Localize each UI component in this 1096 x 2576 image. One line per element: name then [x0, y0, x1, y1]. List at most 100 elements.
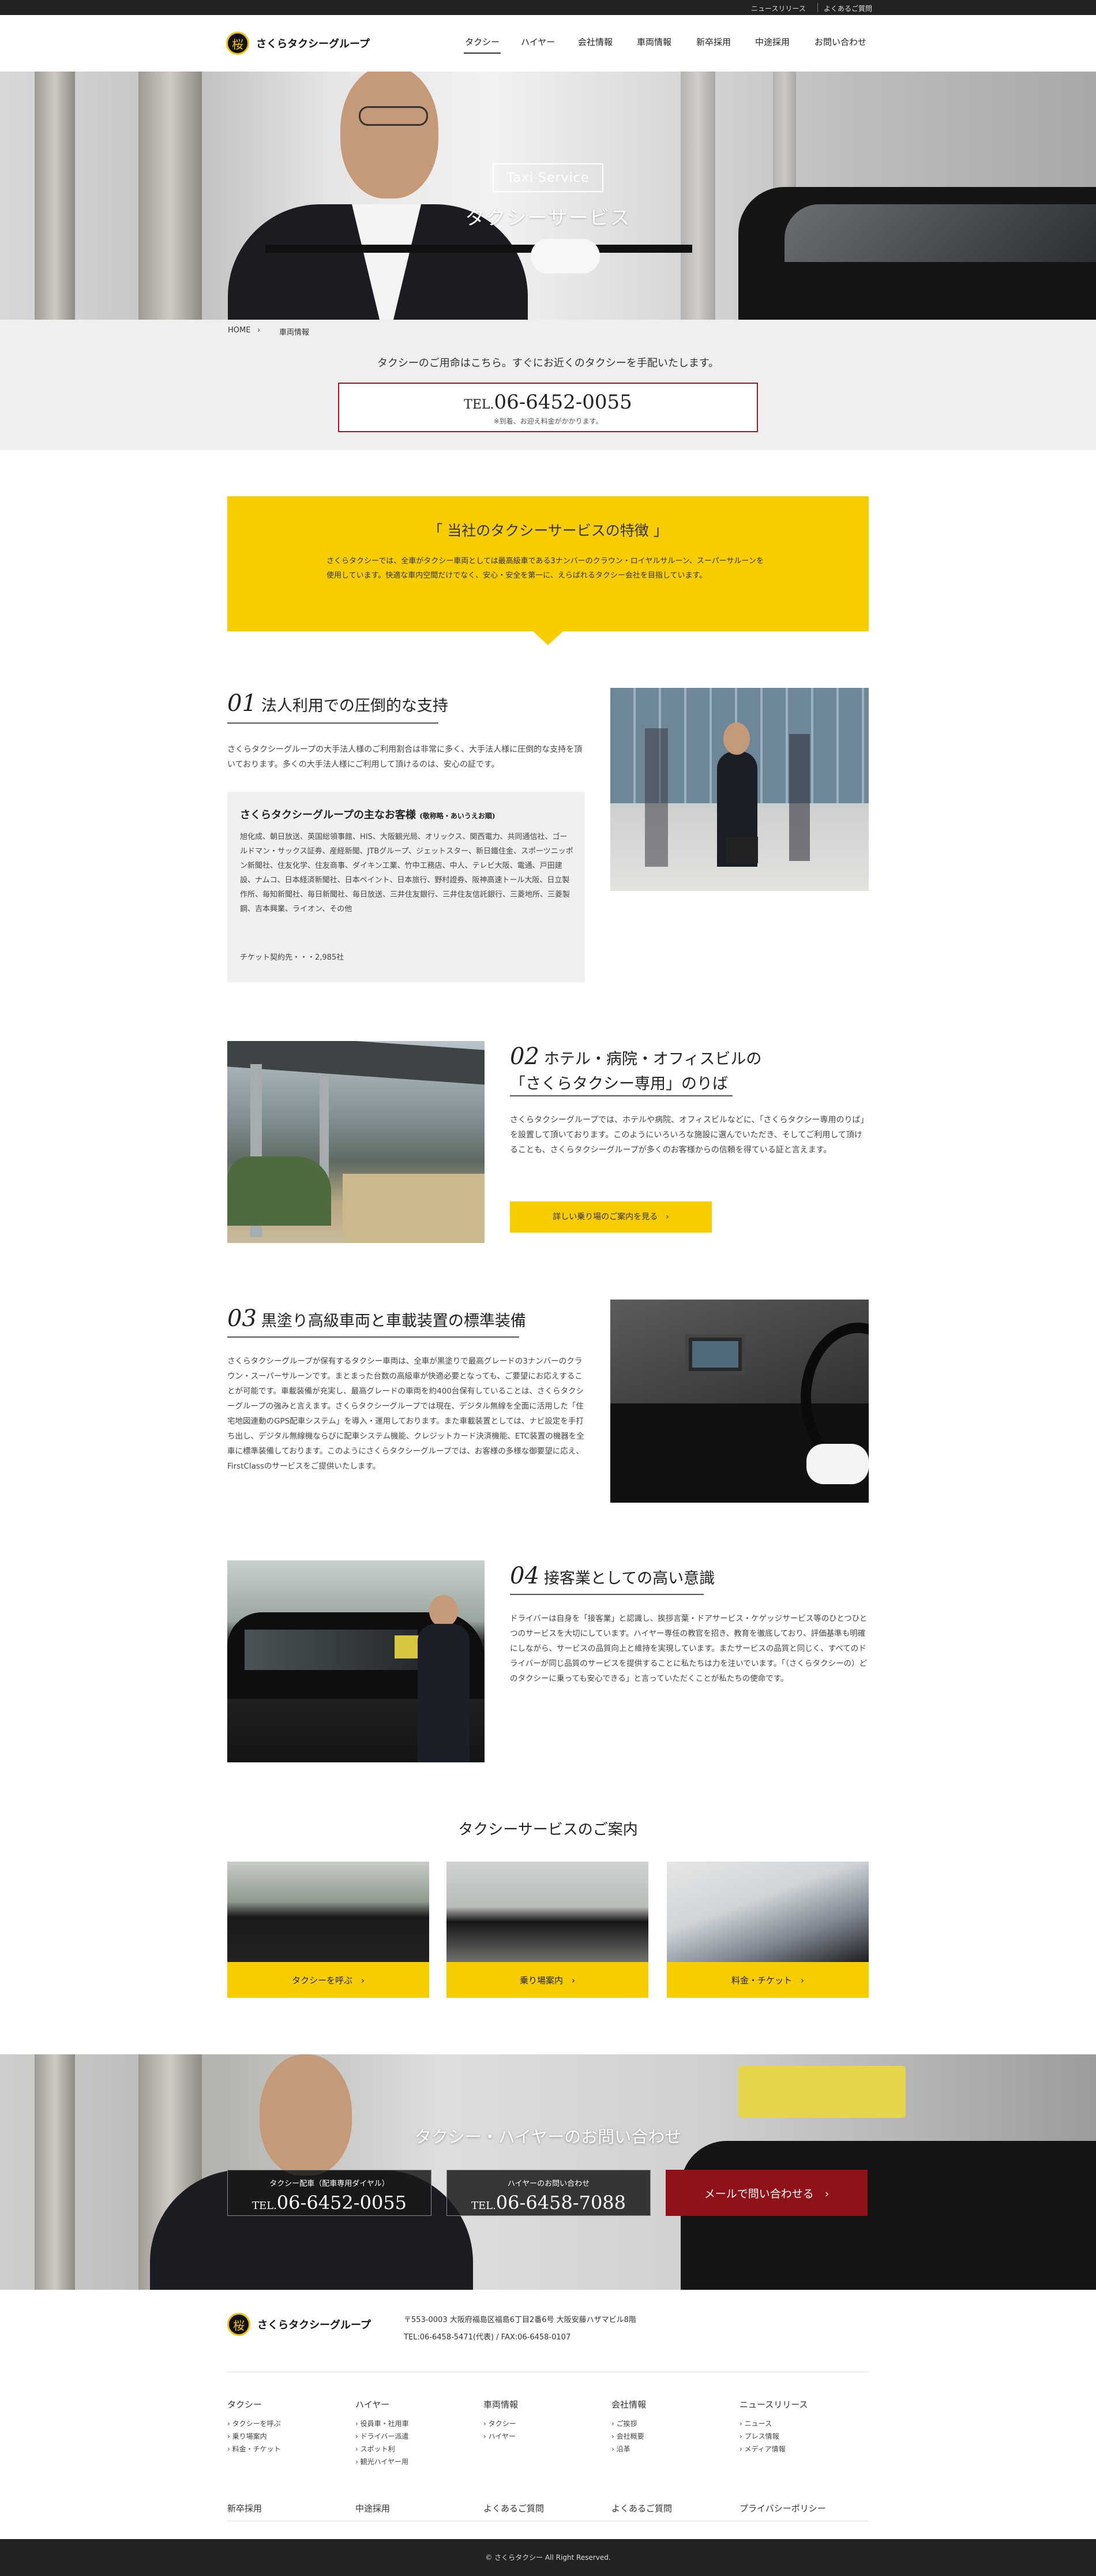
- service-card-label[interactable]: 乗り場案内 ›: [446, 1962, 648, 1998]
- mail-contact-button[interactable]: メールで問い合わせる ›: [666, 2170, 868, 2216]
- footer-faq-link[interactable]: よくあるご質問: [483, 2502, 544, 2514]
- sec4-underline: [510, 1594, 704, 1595]
- footer-link[interactable]: › タクシーを呼ぶ: [227, 2417, 281, 2430]
- footer-link[interactable]: › 役員車・社用車: [355, 2417, 409, 2430]
- footer-link[interactable]: › 会社概要: [611, 2430, 646, 2443]
- footer-address: 〒553-0003 大阪府福島区福島6丁目2番6号 大阪安藤ハザマビル8階 TE…: [404, 2312, 636, 2346]
- sec2-text: さくらタクシーグループでは、ホテルや病院、オフィスビルなどに、「さくらタクシー専…: [510, 1115, 869, 1155]
- nav-hire[interactable]: ハイヤー: [521, 36, 555, 48]
- sec2-heading: 02 ホテル・病院・オフィスビルの: [510, 1043, 761, 1070]
- sec3-photo-car-interior: [610, 1300, 869, 1503]
- hire-inquiry-box[interactable]: ハイヤーのお問い合わせ TEL.06-6458-7088: [446, 2170, 651, 2216]
- footer-logo[interactable]: 桜 さくらタクシーグループ: [227, 2313, 371, 2336]
- sec1-text: さくらタクシーグループの大手法人様のご利用割合は非常に多く、大手法人様に圧倒的な…: [227, 745, 583, 769]
- client-list-box: さくらタクシーグループの主なお客様 (敬称略・あいうえお順) 旭化成、朝日放送、…: [227, 792, 585, 982]
- footer-col-news: ニュースリリース › ニュース › プレス情報 › メディア情報: [740, 2398, 808, 2455]
- footer-link[interactable]: › メディア情報: [740, 2443, 808, 2455]
- utility-faq-link[interactable]: よくあるご質問: [824, 3, 872, 13]
- footer-brand-name: さくらタクシーグループ: [257, 2319, 371, 2331]
- footer-mid-career-link[interactable]: 中途採用: [355, 2502, 390, 2514]
- tel-box[interactable]: TEL.06-6452-0055 ※到着、お迎え料金がかかります。: [338, 383, 758, 432]
- tel-number[interactable]: 06-6452-0055: [494, 391, 632, 414]
- nav-vehicles[interactable]: 車両情報: [637, 36, 671, 48]
- hire-inquiry-prefix: TEL.: [471, 2200, 496, 2212]
- footer-link[interactable]: › 乗り場案内: [227, 2430, 281, 2443]
- sec4-photo-driver: [227, 1560, 485, 1762]
- sec3-text: さくらタクシーグループが保有するタクシー車両は、全車が黒塗りで最高グレードの3ナ…: [227, 1357, 584, 1471]
- footer-link[interactable]: › 料金・チケット: [227, 2443, 281, 2455]
- utility-news-link[interactable]: ニュースリリース: [751, 3, 806, 13]
- sec4-title: 接客業としての高い意識: [543, 1570, 715, 1587]
- contact-title: タクシー・ハイヤーのお問い合わせ: [414, 2127, 682, 2147]
- tel-intro-text: タクシーのご用命はこちら。すぐにお近くのタクシーを手配いたします。: [377, 357, 719, 369]
- footer-privacy-link[interactable]: プライバシーポリシー: [740, 2502, 826, 2514]
- footer-link[interactable]: › 観光ハイヤー用: [355, 2455, 409, 2468]
- service-card-photo: [227, 1862, 429, 1962]
- service-card-boarding[interactable]: 乗り場案内 ›: [446, 1862, 648, 1998]
- footer-link[interactable]: › プレス情報: [740, 2430, 808, 2443]
- sec2-title-line2: 「さくらタクシー専用」のりば: [510, 1075, 728, 1093]
- tel-note: ※到着、お迎え料金がかかります。: [493, 417, 603, 425]
- white-glove: [531, 239, 600, 274]
- breadcrumb-current: 車両情報: [279, 328, 310, 337]
- sec3-title: 黒塗り高級車両と車載装置の標準装備: [261, 1312, 526, 1330]
- footer-col-vehicles: 車両情報 › タクシー › ハイヤー: [483, 2398, 518, 2443]
- utility-bar: ニュースリリース よくあるご質問: [0, 0, 1096, 15]
- service-nav-title: タクシーサービスのご案内: [458, 1821, 638, 1839]
- nav-taxi[interactable]: タクシー: [463, 36, 501, 54]
- footer-col-heading[interactable]: ニュースリリース: [740, 2398, 808, 2410]
- footer-address-line: 〒553-0003 大阪府福島区福島6丁目2番6号 大阪安藤ハザマビル8階: [404, 2316, 636, 2324]
- nav-company[interactable]: 会社情報: [578, 36, 613, 48]
- site-logo[interactable]: 桜 さくらタクシーグループ: [226, 30, 370, 57]
- sec4-number: 04: [510, 1563, 539, 1589]
- hire-inquiry-number[interactable]: 06-6458-7088: [496, 2192, 626, 2214]
- breadcrumb-home[interactable]: HOME: [228, 326, 250, 335]
- footer-link[interactable]: › タクシー: [483, 2417, 518, 2430]
- nav-contact[interactable]: お問い合わせ: [815, 36, 866, 48]
- taxi-dispatch-prefix: TEL.: [252, 2200, 277, 2212]
- sec2-title-line1: ホテル・病院・オフィスビルの: [543, 1050, 762, 1068]
- footer-link[interactable]: › 沿革: [611, 2443, 646, 2455]
- footer-faq-link-2[interactable]: よくあるご質問: [611, 2502, 672, 2514]
- footer-link[interactable]: › ご挨拶: [611, 2417, 646, 2430]
- sakura-logo-icon: 桜: [226, 32, 249, 55]
- service-card-call-taxi[interactable]: タクシーを呼ぶ ›: [227, 1862, 429, 1998]
- footer-tel-fax: TEL:06-6458-5471(代表) / FAX:06-6458-0107: [404, 2333, 571, 2342]
- taxi-dispatch-box[interactable]: タクシー配車（配車専用ダイヤル） TEL.06-6452-0055: [227, 2170, 431, 2216]
- taxi-roof-sign: [738, 2066, 906, 2118]
- client-count: チケット契約先・・・2,985社: [240, 953, 344, 962]
- copyright: © さくらタクシー All Right Reserved.: [0, 2539, 1096, 2576]
- hero-banner: [0, 72, 1096, 320]
- taxi-dispatch-number[interactable]: 06-6452-0055: [277, 2192, 407, 2214]
- footer-col-company: 会社情報 › ご挨拶 › 会社概要 › 沿革: [611, 2398, 646, 2455]
- service-card-label[interactable]: 料金・チケット ›: [667, 1962, 869, 1998]
- service-card-photo: [667, 1862, 869, 1962]
- footer-col-heading[interactable]: ハイヤー: [355, 2398, 409, 2410]
- footer-link[interactable]: › ハイヤー: [483, 2430, 518, 2443]
- footer-link[interactable]: › スポット利: [355, 2443, 409, 2455]
- sec1-underline: [227, 722, 438, 724]
- footer-col-taxi: タクシー › タクシーを呼ぶ › 乗り場案内 › 料金・チケット: [227, 2398, 281, 2455]
- service-card-fares[interactable]: 料金・チケット ›: [667, 1862, 869, 1998]
- breadcrumb-separator: ›: [257, 326, 261, 335]
- client-box-subtitle: (敬称略・あいうえお順): [419, 812, 496, 820]
- feature-title: 「 当社のタクシーサービスの特徴 」: [428, 522, 668, 539]
- footer-col-heading[interactable]: 会社情報: [611, 2398, 646, 2410]
- boarding-info-button[interactable]: 詳しい乗り場のご案内を見る ›: [510, 1201, 712, 1233]
- sec2-underline: [510, 1095, 733, 1096]
- nav-mid-career[interactable]: 中途採用: [755, 36, 790, 48]
- footer-col-heading[interactable]: タクシー: [227, 2398, 281, 2410]
- sec2-number: 02: [510, 1043, 539, 1070]
- sec3-underline: [227, 1336, 519, 1338]
- footer-link[interactable]: › ドライバー派遣: [355, 2430, 409, 2443]
- footer-link[interactable]: › ニュース: [740, 2417, 808, 2430]
- footer-col-heading[interactable]: 車両情報: [483, 2398, 518, 2410]
- footer-new-grad-link[interactable]: 新卒採用: [227, 2502, 262, 2514]
- sakura-logo-icon: 桜: [227, 2313, 250, 2336]
- feature-text: さくらタクシーでは、全車がタクシー車両としては最高級車である3ナンバーのクラウン…: [326, 557, 764, 580]
- sec1-number: 01: [227, 690, 257, 717]
- service-card-photo: [446, 1862, 648, 1962]
- service-card-label[interactable]: タクシーを呼ぶ ›: [227, 1962, 429, 1998]
- client-box-title: さくらタクシーグループの主なお客様 (敬称略・あいうえお順): [240, 809, 496, 821]
- nav-new-grad[interactable]: 新卒採用: [696, 36, 731, 48]
